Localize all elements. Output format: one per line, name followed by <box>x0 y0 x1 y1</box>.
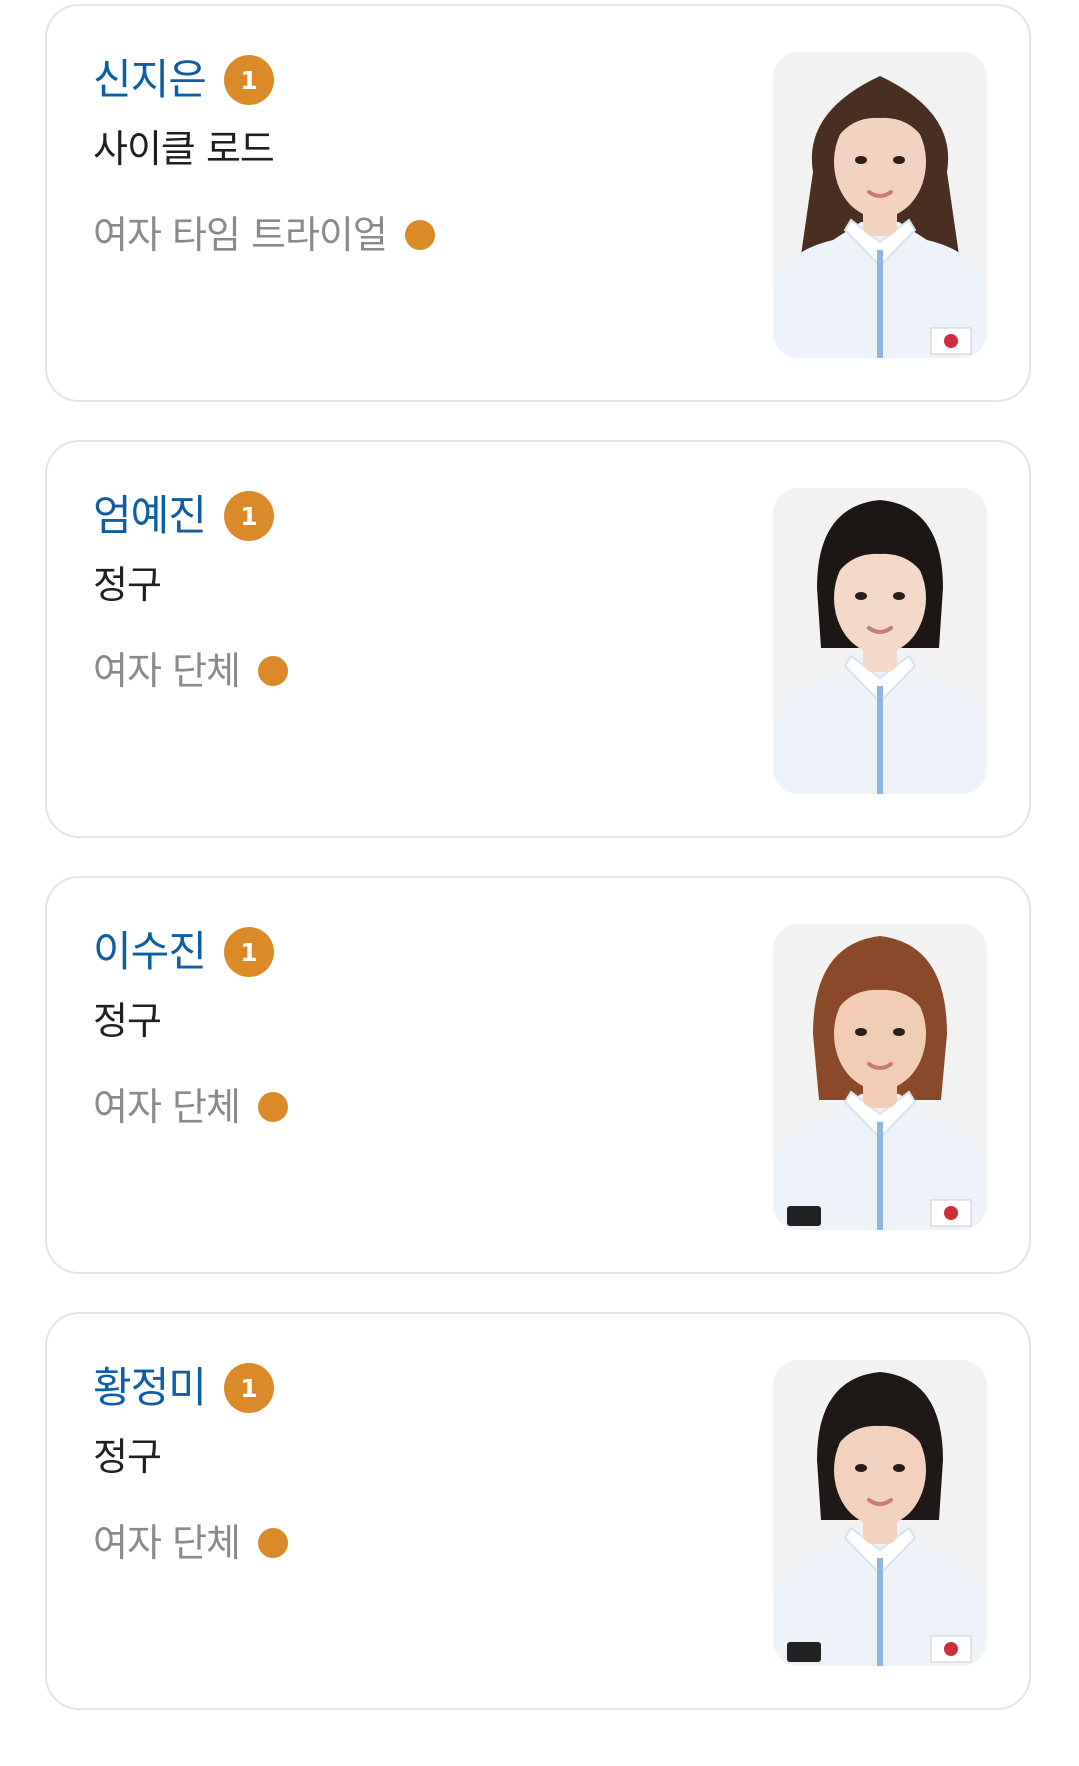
athlete-card[interactable]: 신지은 1 사이클 로드 여자 타임 트라이얼 <box>45 4 1031 402</box>
athlete-card[interactable]: 이수진 1 정구 여자 단체 <box>45 876 1031 1274</box>
korea-flag-emblem <box>944 1206 958 1220</box>
athlete-card[interactable]: 황정미 1 정구 여자 단체 <box>45 1312 1031 1710</box>
sport-label: 사이클 로드 <box>93 127 275 171</box>
right-eye <box>893 1464 905 1472</box>
gold-medal-dot-icon <box>257 1528 288 1558</box>
athlete-photo[interactable] <box>773 52 987 358</box>
athlete-portrait <box>773 924 987 1230</box>
athlete-photo[interactable] <box>773 1360 987 1666</box>
athlete-portrait <box>773 1360 987 1666</box>
jacket-zipper <box>877 1558 883 1666</box>
rank-badge: 1 <box>223 491 274 541</box>
event-row: 여자 단체 <box>93 646 288 696</box>
athlete-photo[interactable] <box>773 488 987 794</box>
event-row: 여자 단체 <box>93 1518 288 1568</box>
rank-badge: 1 <box>223 1363 274 1413</box>
right-eye <box>893 1028 905 1036</box>
korea-flag-emblem <box>944 334 958 348</box>
name-row: 황정미 1 <box>93 1360 274 1416</box>
korea-flag-emblem <box>944 1642 958 1656</box>
brand-logo-icon <box>787 1642 821 1662</box>
left-eye <box>855 156 867 164</box>
athlete-portrait <box>773 488 987 794</box>
athlete-photo[interactable] <box>773 924 987 1230</box>
rank-badge: 1 <box>223 55 274 105</box>
athlete-list: 신지은 1 사이클 로드 여자 타임 트라이얼 엄예진 1 정구 여자 단체 이… <box>0 0 1079 1766</box>
event-row: 여자 타임 트라이얼 <box>93 210 435 260</box>
left-eye <box>855 592 867 600</box>
jacket-zipper <box>877 686 883 794</box>
jacket-zipper <box>877 1122 883 1230</box>
left-eye <box>855 1464 867 1472</box>
athlete-card[interactable]: 엄예진 1 정구 여자 단체 <box>45 440 1031 838</box>
event-label: 여자 타임 트라이얼 <box>93 213 388 257</box>
athlete-portrait <box>773 52 987 358</box>
right-eye <box>893 592 905 600</box>
athlete-name[interactable]: 이수진 <box>93 924 207 980</box>
right-eye <box>893 156 905 164</box>
name-row: 신지은 1 <box>93 52 274 108</box>
gold-medal-dot-icon <box>257 656 288 686</box>
gold-medal-dot-icon <box>257 1092 288 1122</box>
jacket-zipper <box>877 250 883 358</box>
rank-badge: 1 <box>223 927 274 977</box>
athlete-name[interactable]: 황정미 <box>93 1360 207 1416</box>
sport-label: 정구 <box>93 1435 162 1479</box>
sport-label: 정구 <box>93 563 162 607</box>
name-row: 이수진 1 <box>93 924 274 980</box>
event-label: 여자 단체 <box>93 1085 241 1129</box>
brand-logo-icon <box>787 1206 821 1226</box>
event-row: 여자 단체 <box>93 1082 288 1132</box>
event-label: 여자 단체 <box>93 649 241 693</box>
left-eye <box>855 1028 867 1036</box>
sport-label: 정구 <box>93 999 162 1043</box>
event-label: 여자 단체 <box>93 1521 241 1565</box>
athlete-name[interactable]: 신지은 <box>93 52 207 108</box>
athlete-name[interactable]: 엄예진 <box>93 488 207 544</box>
gold-medal-dot-icon <box>404 220 435 250</box>
name-row: 엄예진 1 <box>93 488 274 544</box>
